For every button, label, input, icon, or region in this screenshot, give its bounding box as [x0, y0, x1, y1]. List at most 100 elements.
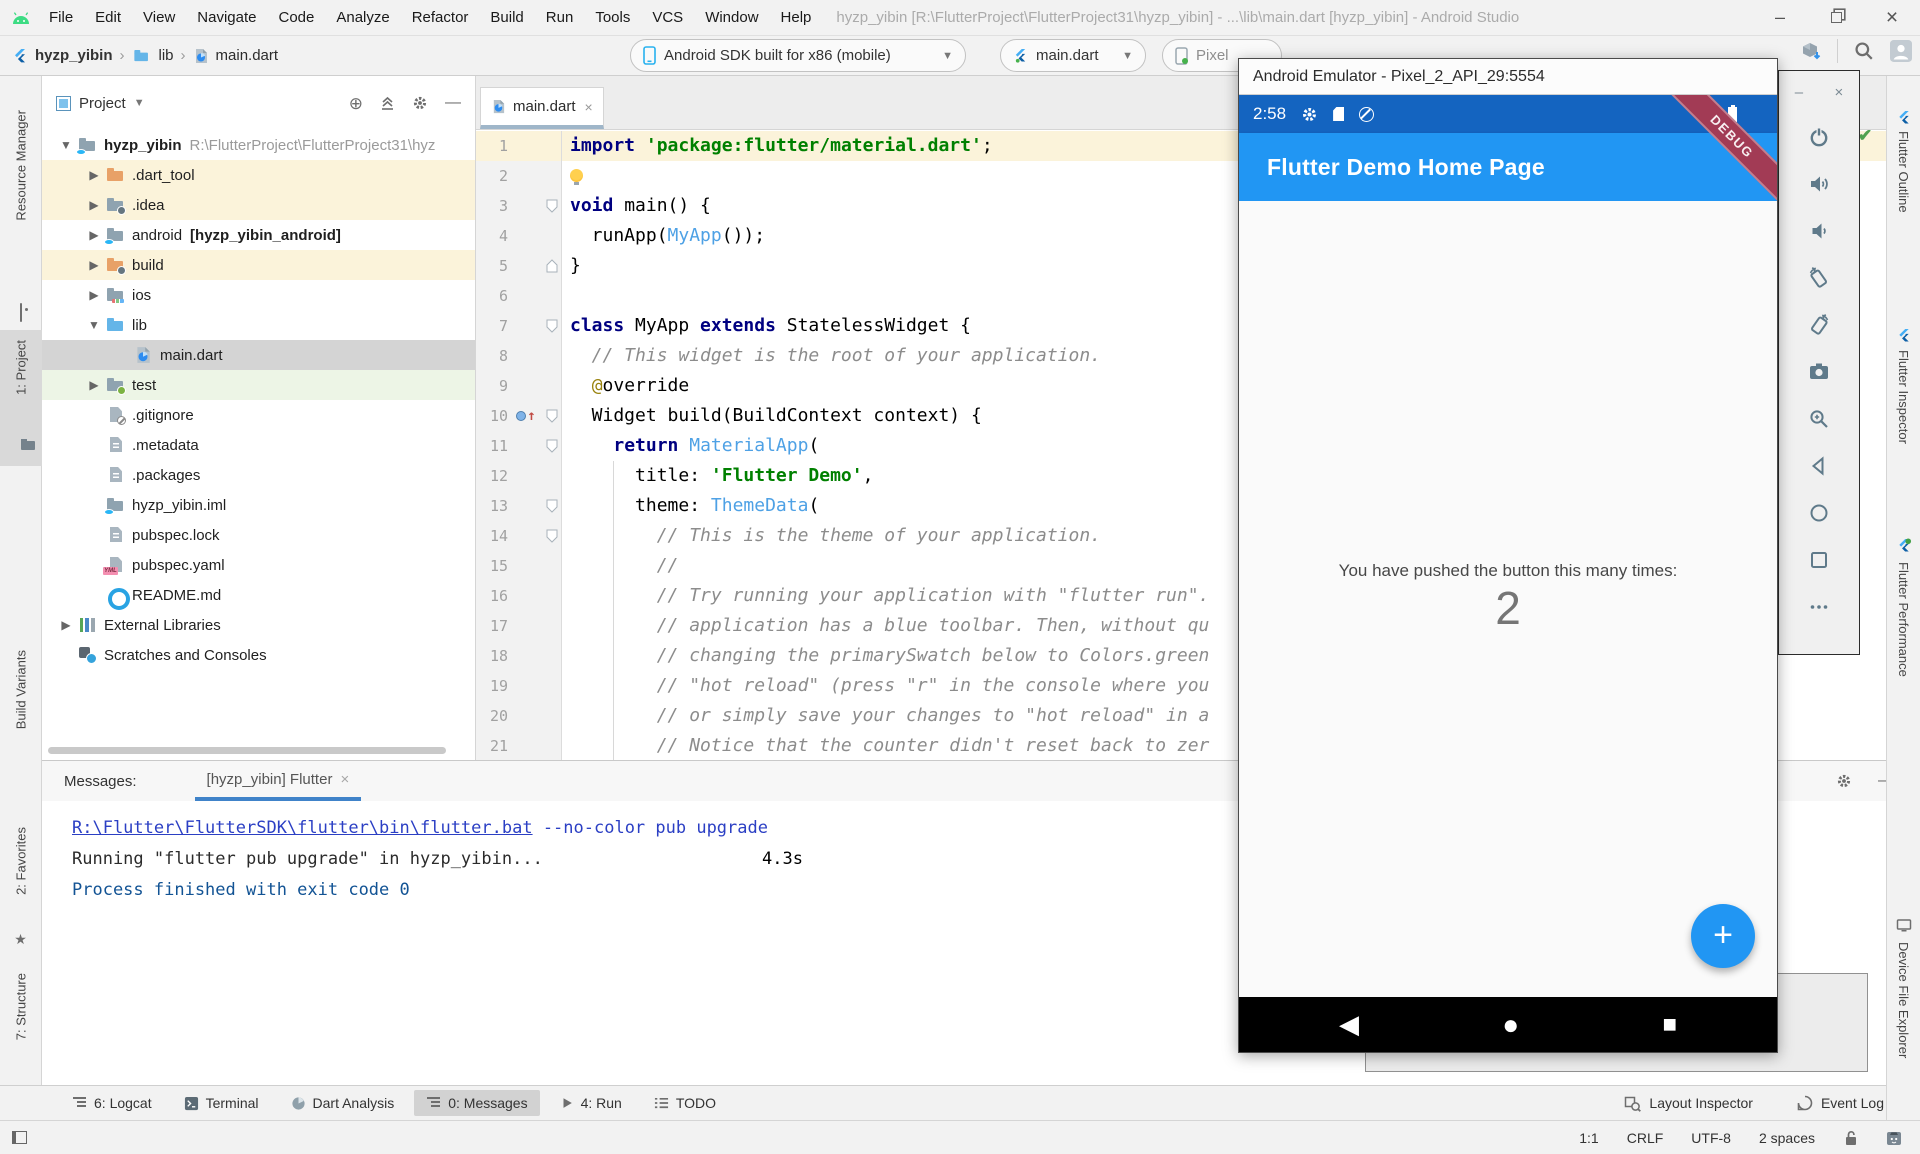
- tree-collapsed-arrow-icon[interactable]: ▶: [82, 228, 106, 242]
- breadcrumb-project[interactable]: hyzp_yibin: [35, 47, 113, 64]
- tool-button-structure[interactable]: 7: Structure: [13, 973, 28, 1040]
- settings-gear-icon[interactable]: [412, 95, 428, 111]
- fold-marker-icon[interactable]: [546, 199, 558, 213]
- caret-position[interactable]: 1:1: [1579, 1130, 1598, 1146]
- menu-edit[interactable]: Edit: [84, 9, 132, 26]
- tree-expanded-arrow-icon[interactable]: ▼: [54, 138, 78, 152]
- more-icon[interactable]: [1806, 594, 1832, 620]
- fold-marker-icon[interactable]: [546, 439, 558, 453]
- rotate-right-icon[interactable]: [1806, 312, 1832, 338]
- zoom-icon[interactable]: [1806, 406, 1832, 432]
- menu-navigate[interactable]: Navigate: [186, 9, 267, 26]
- tool-button-event-log[interactable]: Event Log: [1797, 1095, 1884, 1111]
- fold-marker-icon[interactable]: [546, 409, 558, 423]
- menu-file[interactable]: File: [38, 9, 84, 26]
- tree-collapsed-arrow-icon[interactable]: ▶: [82, 288, 106, 302]
- run-configuration-dropdown[interactable]: main.dart ▼: [1000, 39, 1146, 72]
- volume-up-icon[interactable]: [1806, 171, 1832, 197]
- tree-item-.packages[interactable]: .packages: [42, 460, 475, 490]
- project-view-selector[interactable]: Project: [79, 95, 126, 112]
- tree-item-README.md[interactable]: README.md: [42, 580, 475, 610]
- console-command-link[interactable]: R:\Flutter\FlutterSDK\flutter\bin\flutte…: [72, 818, 533, 838]
- tree-collapsed-arrow-icon[interactable]: ▶: [54, 618, 78, 632]
- device-file-explorer-icon[interactable]: [1896, 919, 1911, 932]
- device-selector-dropdown[interactable]: Android SDK built for x86 (mobile) ▼: [630, 39, 966, 72]
- tree-item-android[interactable]: ▶android[hyzp_yibin_android]: [42, 220, 475, 250]
- horizontal-scrollbar[interactable]: [48, 747, 446, 754]
- breadcrumb-lib[interactable]: lib: [159, 47, 174, 64]
- tool-window-toggle-icon[interactable]: [12, 1131, 27, 1144]
- hide-panel-icon[interactable]: —: [445, 94, 461, 112]
- tool-button-todo[interactable]: TODO: [642, 1090, 728, 1116]
- close-window-button[interactable]: ×: [1864, 0, 1920, 36]
- tool-button-flutter-outline[interactable]: Flutter Outline: [1896, 131, 1911, 213]
- tree-item-ios[interactable]: ▶ios: [42, 280, 475, 310]
- breadcrumb-file[interactable]: main.dart: [216, 47, 279, 64]
- settings-gear-icon[interactable]: [1836, 773, 1852, 789]
- tool-button-favorites[interactable]: 2: Favorites: [13, 827, 28, 895]
- overview-icon[interactable]: [1806, 547, 1832, 573]
- volume-down-icon[interactable]: [1806, 218, 1832, 244]
- tree-item-main.dart[interactable]: main.dart: [42, 340, 475, 370]
- menu-vcs[interactable]: VCS: [641, 9, 694, 26]
- user-agent-icon[interactable]: [1886, 1130, 1902, 1146]
- menu-build[interactable]: Build: [479, 9, 534, 26]
- tool-button-flutter-performance[interactable]: Flutter Performance: [1896, 562, 1911, 677]
- menu-refactor[interactable]: Refactor: [401, 9, 480, 26]
- tree-item-pubspec.lock[interactable]: pubspec.lock: [42, 520, 475, 550]
- inspection-ok-icon[interactable]: ✔: [1858, 126, 1872, 146]
- emulator-screen[interactable]: DEBUG 2:58 Flutter Demo Home Page You ha…: [1239, 95, 1777, 1052]
- indent-setting[interactable]: 2 spaces: [1759, 1130, 1815, 1146]
- tree-item-.dart_tool[interactable]: ▶.dart_tool: [42, 160, 475, 190]
- menu-view[interactable]: View: [132, 9, 186, 26]
- close-tab-icon[interactable]: ×: [340, 771, 349, 788]
- tree-collapsed-arrow-icon[interactable]: ▶: [82, 198, 106, 212]
- tree-item-lib[interactable]: ▼lib: [42, 310, 475, 340]
- tree-item-.idea[interactable]: ▶.idea: [42, 190, 475, 220]
- tree-item-pubspec.yaml[interactable]: YMLpubspec.yaml: [42, 550, 475, 580]
- tree-collapsed-arrow-icon[interactable]: ▶: [82, 378, 106, 392]
- tree-item-test[interactable]: ▶test: [42, 370, 475, 400]
- fold-marker-icon[interactable]: [546, 319, 558, 333]
- close-tab-icon[interactable]: ×: [585, 99, 593, 115]
- tree-item-External Libraries[interactable]: ▶External Libraries: [42, 610, 475, 640]
- nav-back-button[interactable]: ◀: [1339, 1009, 1359, 1040]
- tool-button-resource-manager[interactable]: Resource Manager: [13, 110, 28, 221]
- tree-item-hyzp_yibin.iml[interactable]: hyzp_yibin.iml: [42, 490, 475, 520]
- sdk-manager-icon[interactable]: [1801, 41, 1821, 61]
- tree-expanded-arrow-icon[interactable]: ▼: [82, 318, 106, 332]
- emulator-close-button[interactable]: ×: [1835, 84, 1844, 101]
- flutter-performance-icon[interactable]: [1896, 538, 1911, 553]
- tool-button-dart-analysis[interactable]: Dart Analysis: [279, 1090, 407, 1116]
- menu-help[interactable]: Help: [770, 9, 823, 26]
- tool-button-build-variants[interactable]: Build Variants: [13, 650, 28, 729]
- emulator-title-bar[interactable]: Android Emulator - Pixel_2_API_29:5554: [1239, 59, 1777, 95]
- minimize-window-button[interactable]: –: [1752, 0, 1808, 36]
- intention-bulb-icon[interactable]: [570, 169, 583, 182]
- menu-analyze[interactable]: Analyze: [325, 9, 400, 26]
- tool-button-4-run[interactable]: 4: Run: [548, 1090, 634, 1116]
- screenshot-icon[interactable]: [1806, 359, 1832, 385]
- profile-avatar-icon[interactable]: [1890, 40, 1912, 62]
- editor-tab-main-dart[interactable]: main.dart ×: [480, 87, 604, 129]
- line-ending[interactable]: CRLF: [1627, 1130, 1664, 1146]
- tree-collapsed-arrow-icon[interactable]: ▶: [82, 258, 106, 272]
- nav-overview-button[interactable]: ■: [1662, 1011, 1677, 1039]
- increment-fab-button[interactable]: +: [1691, 904, 1755, 968]
- flutter-inspector-icon[interactable]: [1896, 328, 1911, 343]
- search-everywhere-icon[interactable]: [1854, 41, 1874, 61]
- menu-code[interactable]: Code: [267, 9, 325, 26]
- tree-item-.gitignore[interactable]: .gitignore: [42, 400, 475, 430]
- tree-item-Scratches and Consoles[interactable]: Scratches and Consoles: [42, 640, 475, 670]
- file-encoding[interactable]: UTF-8: [1691, 1130, 1731, 1146]
- fold-marker-icon[interactable]: [546, 499, 558, 513]
- menu-tools[interactable]: Tools: [584, 9, 641, 26]
- tool-button-project-active[interactable]: 1: Project: [0, 330, 42, 466]
- collapse-all-icon[interactable]: [380, 96, 395, 111]
- emulator-minimize-button[interactable]: –: [1795, 84, 1803, 101]
- favorites-star-icon[interactable]: ★: [14, 932, 27, 946]
- rotate-left-icon[interactable]: [1806, 265, 1832, 291]
- locate-file-icon[interactable]: ⊕: [349, 95, 363, 112]
- menu-window[interactable]: Window: [694, 9, 769, 26]
- tree-item-build[interactable]: ▶build: [42, 250, 475, 280]
